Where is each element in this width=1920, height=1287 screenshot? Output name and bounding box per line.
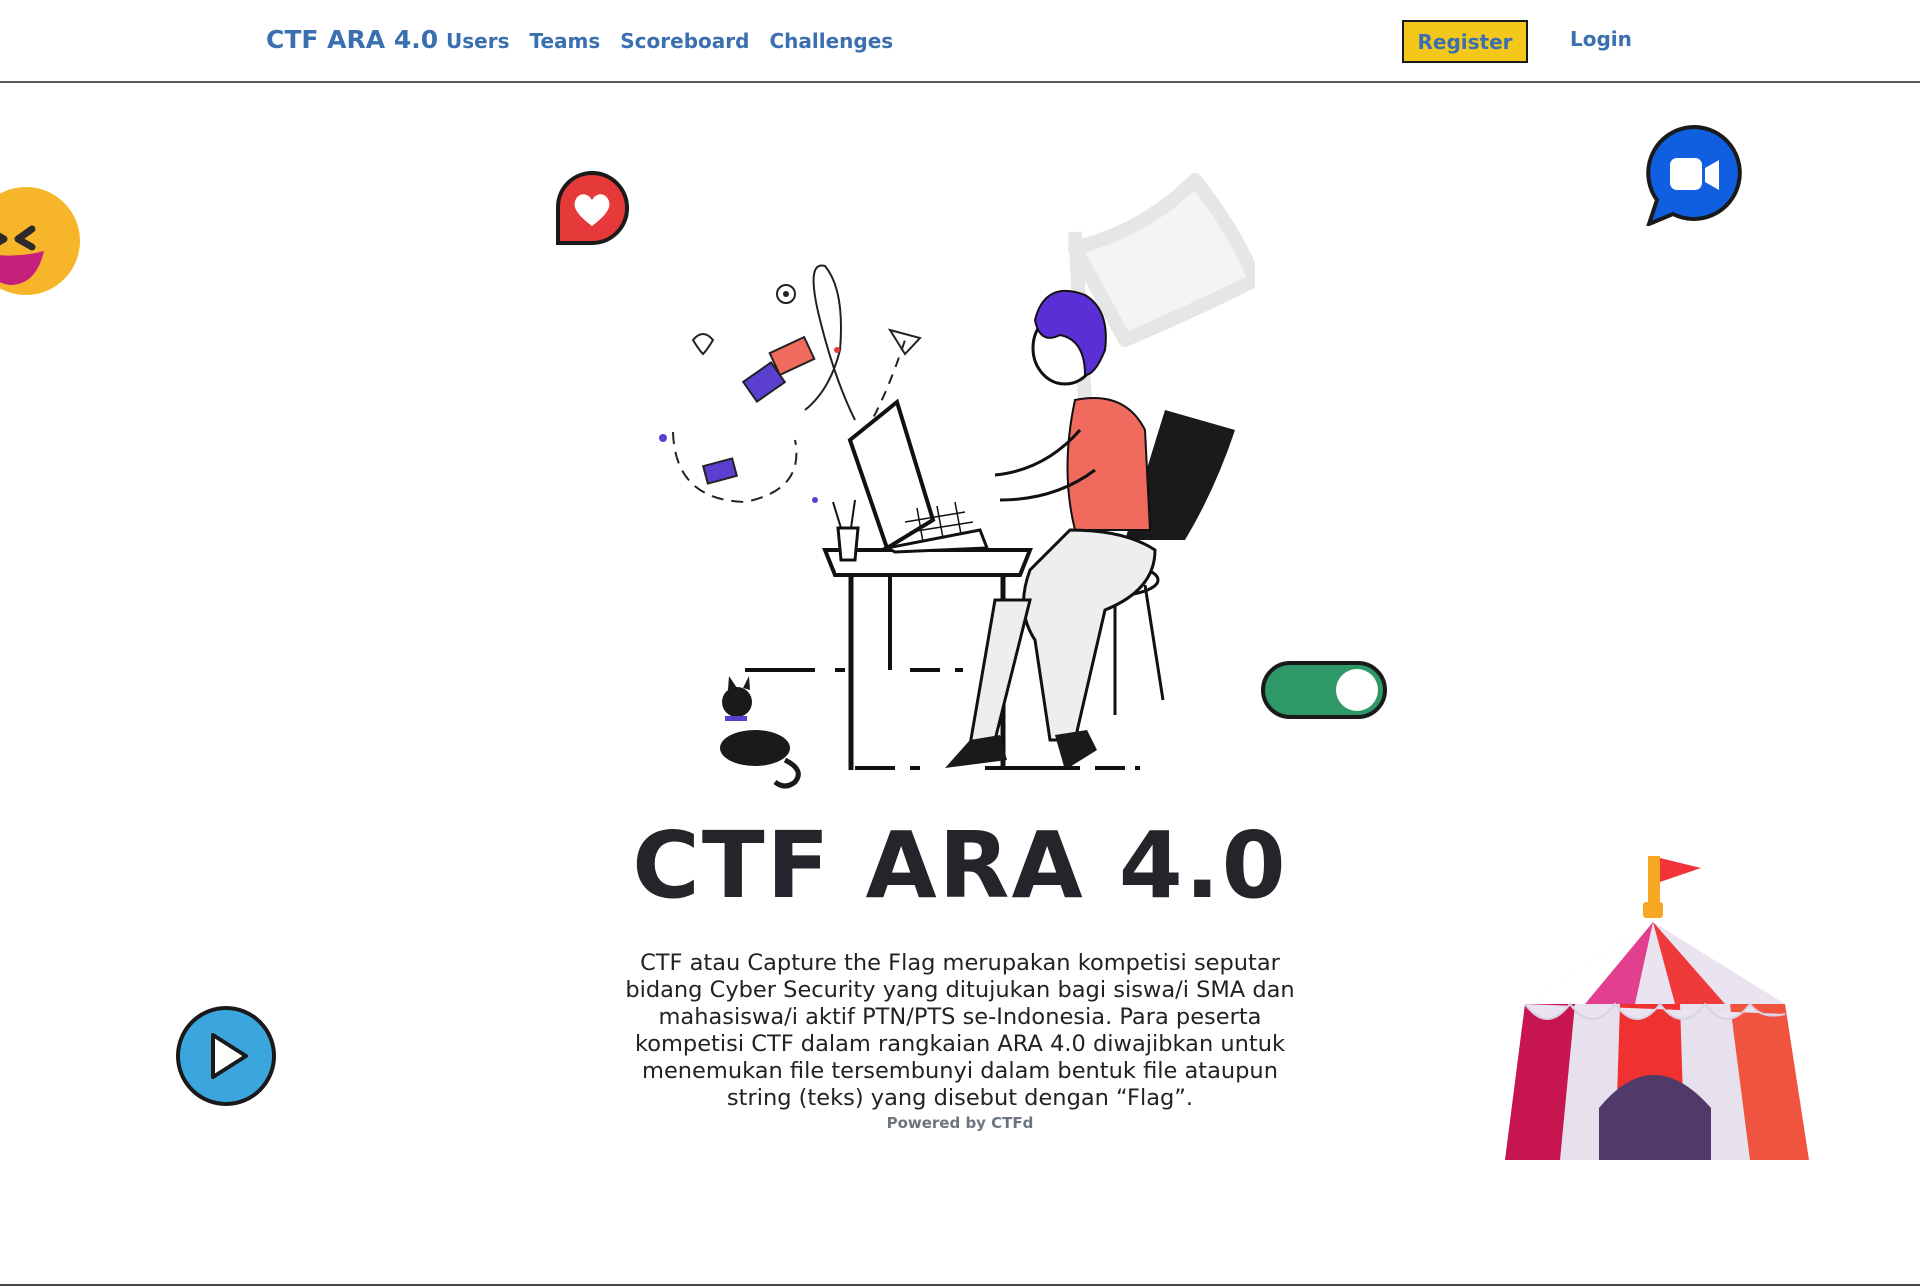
top-navbar: CTF ARA 4.0 Users Teams Scoreboard Chall… [0, 0, 1920, 83]
bottom-divider [0, 1284, 1920, 1286]
toggle-switch-icon [1261, 661, 1387, 719]
play-button-icon [176, 1006, 276, 1106]
hero-title: CTF ARA 4.0 [632, 812, 1288, 919]
nav-links: Users Teams Scoreboard Challenges [446, 29, 893, 53]
powered-by-text: Powered by CTFd [886, 1114, 1034, 1132]
nav-challenges-link[interactable]: Challenges [769, 29, 893, 53]
nav-scoreboard-link[interactable]: Scoreboard [620, 29, 749, 53]
heart-bubble-icon [555, 170, 629, 245]
hero-illustration [659, 173, 1255, 789]
nav-teams-link[interactable]: Teams [529, 29, 600, 53]
video-camera-bubble-icon [1646, 124, 1742, 226]
register-button[interactable]: Register [1402, 20, 1528, 63]
hero-description: CTF atau Capture the Flag merupakan komp… [625, 950, 1295, 1111]
login-link[interactable]: Login [1570, 27, 1632, 51]
laughing-emoji-icon [0, 187, 80, 295]
brand-link[interactable]: CTF ARA 4.0 [266, 25, 438, 54]
nav-users-link[interactable]: Users [446, 29, 509, 53]
